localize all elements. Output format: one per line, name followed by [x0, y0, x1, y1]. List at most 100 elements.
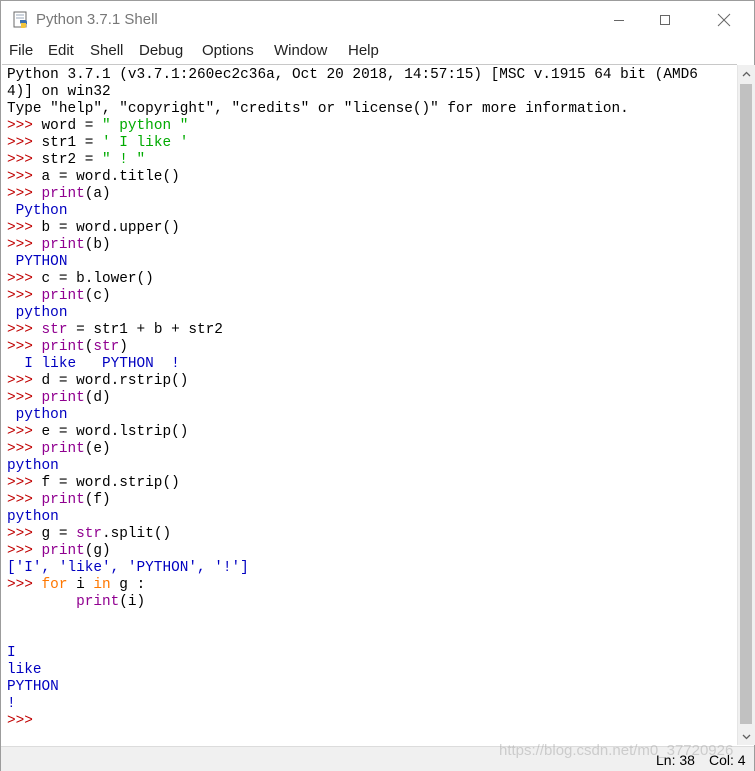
window-title: Python 3.7.1 Shell — [36, 11, 158, 28]
maximize-button[interactable] — [642, 1, 688, 39]
shell-line: python — [7, 407, 698, 424]
shell-text-segment: b = word.upper() — [41, 220, 180, 236]
shell-text-area[interactable]: Python 3.7.1 (v3.7.1:260ec2c36a, Oct 20 … — [2, 64, 737, 745]
shell-line: >>> — [7, 713, 698, 730]
shell-text-segment: " ! " — [102, 152, 146, 168]
menu-window[interactable]: Window — [274, 42, 327, 59]
shell-text-segment: d = word.rstrip() — [41, 373, 189, 389]
shell-output[interactable]: Python 3.7.1 (v3.7.1:260ec2c36a, Oct 20 … — [7, 67, 698, 730]
shell-text-segment: e = word.lstrip() — [41, 424, 189, 440]
shell-text-segment: print — [41, 543, 85, 559]
shell-line: python — [7, 305, 698, 322]
minimize-button[interactable] — [596, 1, 642, 39]
shell-line: >>> a = word.title() — [7, 169, 698, 186]
shell-text-segment: ! — [7, 696, 16, 712]
shell-text-segment: (b) — [84, 237, 111, 253]
scroll-down-button[interactable] — [738, 728, 755, 745]
shell-text-segment: ' I like ' — [102, 135, 189, 151]
shell-text-segment: python — [7, 305, 68, 321]
shell-line: like — [7, 662, 698, 679]
shell-text-segment: ) — [119, 339, 128, 355]
shell-line: Python 3.7.1 (v3.7.1:260ec2c36a, Oct 20 … — [7, 67, 698, 84]
shell-text-segment: " python " — [102, 118, 189, 134]
shell-line: 4)] on win32 — [7, 84, 698, 101]
shell-prompt: >>> — [7, 339, 42, 355]
shell-prompt: >>> — [7, 526, 42, 542]
shell-prompt: >>> — [7, 713, 42, 729]
shell-text-segment: in — [93, 577, 111, 593]
python-idle-icon — [13, 11, 27, 28]
shell-prompt: >>> — [7, 441, 42, 457]
menu-edit[interactable]: Edit — [48, 42, 74, 59]
shell-line: print(i) — [7, 594, 698, 611]
shell-text-segment: str — [76, 526, 103, 542]
shell-line: ! — [7, 696, 698, 713]
chevron-down-icon — [742, 734, 751, 739]
shell-text-segment: (i) — [119, 594, 146, 610]
shell-line: >>> print(f) — [7, 492, 698, 509]
shell-line: >>> str2 = " ! " — [7, 152, 698, 169]
menu-help[interactable]: Help — [348, 42, 379, 59]
shell-text-segment: print — [41, 237, 85, 253]
shell-prompt: >>> — [7, 220, 42, 236]
menu-debug[interactable]: Debug — [139, 42, 183, 59]
shell-line: ['I', 'like', 'PYTHON', '!'] — [7, 560, 698, 577]
idle-shell-window: Python 3.7.1 Shell File Edit Shell Debug… — [0, 0, 755, 771]
menu-options[interactable]: Options — [202, 42, 254, 59]
shell-prompt: >>> — [7, 543, 42, 559]
title-bar[interactable]: Python 3.7.1 Shell — [1, 1, 754, 39]
vertical-scrollbar[interactable] — [737, 65, 755, 745]
shell-text-segment: (f) — [84, 492, 111, 508]
shell-text-segment: PYTHON — [7, 254, 68, 270]
shell-prompt: >>> — [7, 288, 42, 304]
shell-text-segment: print — [41, 288, 85, 304]
shell-text-segment: print — [41, 441, 85, 457]
shell-prompt: >>> — [7, 492, 42, 508]
shell-prompt: >>> — [7, 237, 42, 253]
shell-text-segment: python — [7, 407, 68, 423]
shell-line: >>> b = word.upper() — [7, 220, 698, 237]
shell-prompt: >>> — [7, 169, 42, 185]
shell-text-segment: print — [41, 186, 85, 202]
shell-prompt: >>> — [7, 577, 42, 593]
shell-line: >>> print(d) — [7, 390, 698, 407]
shell-text-segment: g = — [41, 526, 77, 542]
scroll-thumb[interactable] — [740, 84, 752, 724]
shell-prompt: >>> — [7, 152, 42, 168]
shell-prompt: >>> — [7, 390, 42, 406]
shell-line: >>> print(g) — [7, 543, 698, 560]
shell-text-segment: I — [7, 645, 16, 661]
shell-line: >>> str = str1 + b + str2 — [7, 322, 698, 339]
shell-text-segment: str1 = — [41, 135, 102, 151]
shell-text-segment: like — [7, 662, 42, 678]
shell-text-segment: 4)] on win32 — [7, 84, 111, 100]
shell-text-segment: for — [41, 577, 68, 593]
shell-text-segment: python — [7, 458, 59, 474]
shell-text-segment: c = b.lower() — [41, 271, 154, 287]
shell-text-segment: python — [7, 509, 59, 525]
shell-line: >>> word = " python " — [7, 118, 698, 135]
shell-text-segment: (e) — [84, 441, 111, 457]
shell-text-segment: str — [93, 339, 120, 355]
chevron-up-icon — [742, 71, 751, 76]
shell-text-segment — [7, 594, 76, 610]
shell-prompt: >>> — [7, 373, 42, 389]
menu-bar: File Edit Shell Debug Options Window Hel… — [1, 39, 754, 64]
maximize-icon — [660, 15, 670, 25]
shell-line: PYTHON — [7, 679, 698, 696]
close-button[interactable] — [701, 1, 747, 39]
shell-line: I — [7, 645, 698, 662]
shell-line: I like PYTHON ! — [7, 356, 698, 373]
shell-line: >>> str1 = ' I like ' — [7, 135, 698, 152]
shell-prompt: >>> — [7, 271, 42, 287]
menu-shell[interactable]: Shell — [90, 42, 123, 59]
menu-file[interactable]: File — [9, 42, 33, 59]
shell-line: Python — [7, 203, 698, 220]
shell-line: >>> print(str) — [7, 339, 698, 356]
scroll-up-button[interactable] — [738, 65, 755, 82]
shell-line: >>> g = str.split() — [7, 526, 698, 543]
shell-text-segment: str2 = — [41, 152, 102, 168]
shell-text-segment: Python 3.7.1 (v3.7.1:260ec2c36a, Oct 20 … — [7, 67, 698, 83]
shell-text-segment: = str1 + b + str2 — [67, 322, 223, 338]
